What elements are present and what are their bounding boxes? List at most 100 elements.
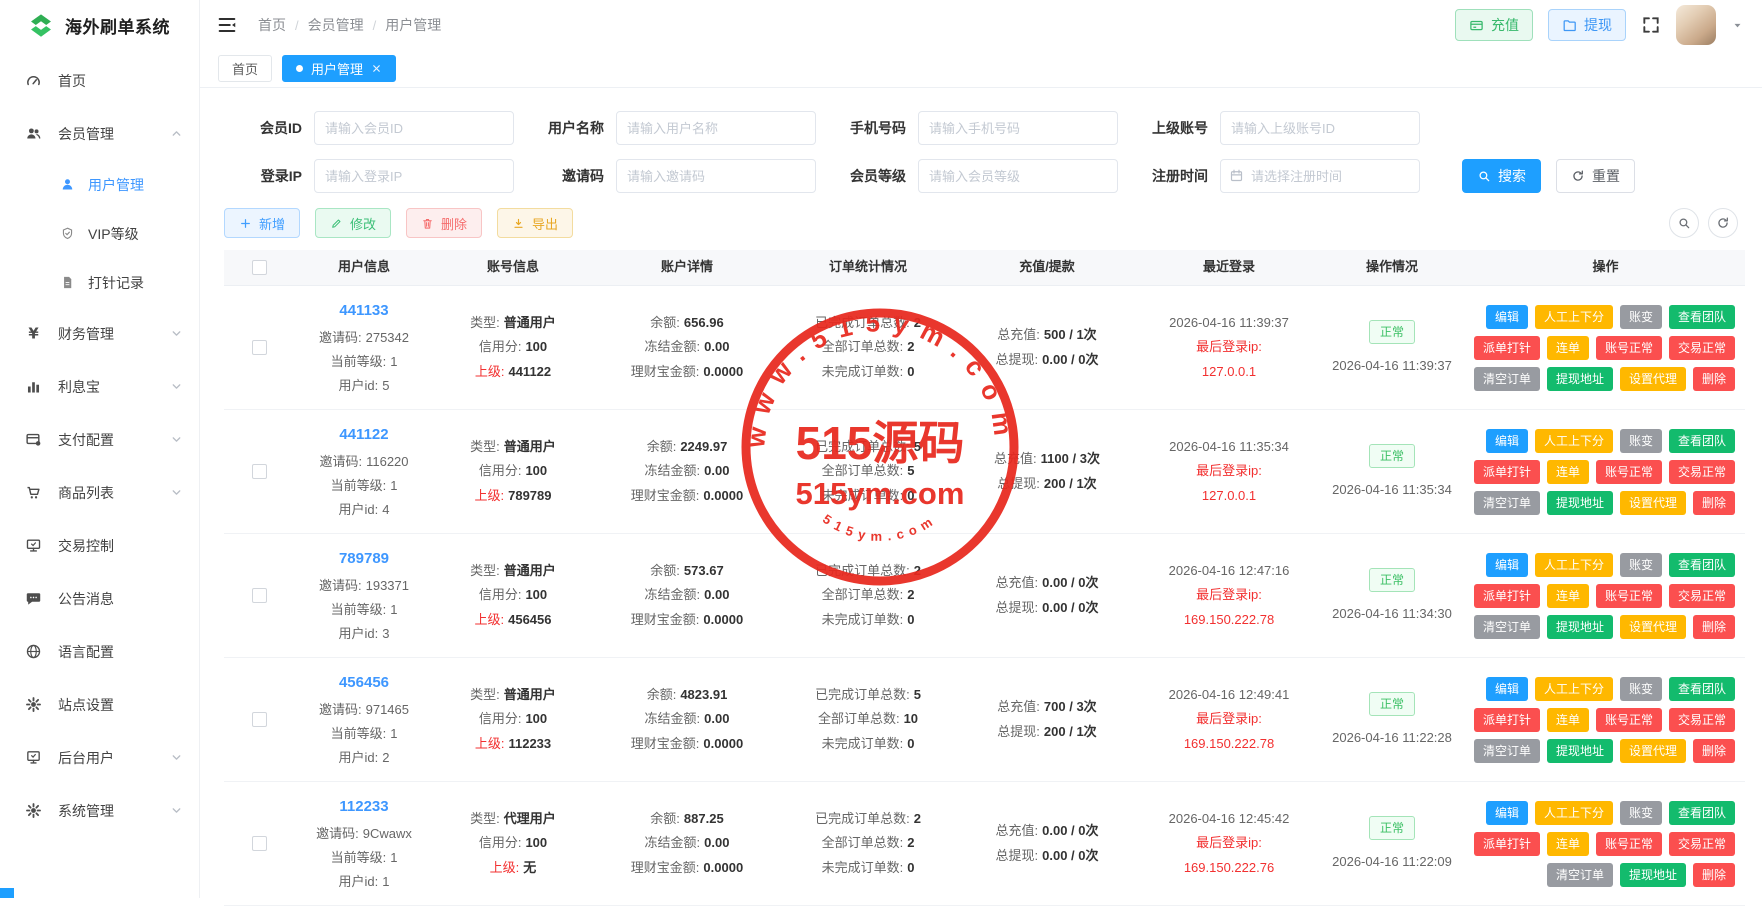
action-button[interactable]: 查看团队 xyxy=(1669,553,1735,577)
sidebar-item[interactable]: 打针记录 xyxy=(0,258,199,307)
action-button[interactable]: 清空订单 xyxy=(1474,615,1540,639)
action-button[interactable]: 删除 xyxy=(1693,491,1735,515)
search-button[interactable]: 搜索 xyxy=(1462,159,1541,193)
action-button[interactable]: 交易正常 xyxy=(1669,584,1735,608)
action-button[interactable]: 设置代理 xyxy=(1620,615,1686,639)
sidebar-item[interactable]: 系统管理 xyxy=(0,784,199,837)
action-button[interactable]: 编辑 xyxy=(1486,553,1528,577)
row-checkbox[interactable] xyxy=(252,836,267,851)
table-refresh-button[interactable] xyxy=(1708,208,1738,238)
action-button[interactable]: 查看团队 xyxy=(1669,801,1735,825)
reset-button[interactable]: 重置 xyxy=(1556,159,1635,193)
row-checkbox[interactable] xyxy=(252,712,267,727)
user-id-link[interactable]: 789789 xyxy=(339,548,389,569)
action-button[interactable]: 账变 xyxy=(1620,429,1662,453)
login-ip-input[interactable] xyxy=(314,159,514,193)
action-button[interactable]: 设置代理 xyxy=(1620,367,1686,391)
action-button[interactable]: 人工上下分 xyxy=(1535,305,1613,329)
action-button[interactable]: 编辑 xyxy=(1486,677,1528,701)
edit-button[interactable]: 修改 xyxy=(315,208,391,238)
sidebar-item[interactable]: 首页 xyxy=(0,54,199,107)
table-search-toggle-button[interactable] xyxy=(1669,208,1699,238)
action-button[interactable]: 提现地址 xyxy=(1620,863,1686,887)
action-button[interactable]: 人工上下分 xyxy=(1535,677,1613,701)
action-button[interactable]: 连单 xyxy=(1547,460,1589,484)
action-button[interactable]: 查看团队 xyxy=(1669,677,1735,701)
action-button[interactable]: 派单打针 xyxy=(1474,460,1540,484)
sidebar-item[interactable]: VIP等级 xyxy=(0,209,199,258)
row-checkbox[interactable] xyxy=(252,464,267,479)
action-button[interactable]: 清空订单 xyxy=(1474,739,1540,763)
action-button[interactable]: 连单 xyxy=(1547,708,1589,732)
user-id-link[interactable]: 112233 xyxy=(339,796,388,817)
sidebar-item[interactable]: 支付配置 xyxy=(0,413,199,466)
user-id-link[interactable]: 456456 xyxy=(339,672,389,693)
action-button[interactable]: 交易正常 xyxy=(1669,832,1735,856)
action-button[interactable]: 连单 xyxy=(1547,336,1589,360)
user-avatar[interactable] xyxy=(1676,5,1716,45)
action-button[interactable]: 删除 xyxy=(1693,615,1735,639)
phone-input[interactable] xyxy=(918,111,1118,145)
action-button[interactable]: 清空订单 xyxy=(1474,367,1540,391)
close-icon[interactable] xyxy=(371,63,382,74)
action-button[interactable]: 查看团队 xyxy=(1669,429,1735,453)
action-button[interactable]: 人工上下分 xyxy=(1535,801,1613,825)
caret-down-icon[interactable] xyxy=(1731,19,1744,32)
breadcrumb-user-mgmt[interactable]: 用户管理 xyxy=(385,15,441,35)
action-button[interactable]: 账变 xyxy=(1620,305,1662,329)
member-id-input[interactable] xyxy=(314,111,514,145)
sidebar-item-active[interactable]: 用户管理 xyxy=(0,160,199,209)
breadcrumb-member-mgmt[interactable]: 会员管理 xyxy=(308,15,364,35)
user-id-link[interactable]: 441122 xyxy=(339,424,388,445)
action-button[interactable]: 清空订单 xyxy=(1474,491,1540,515)
breadcrumb-home[interactable]: 首页 xyxy=(258,15,286,35)
action-button[interactable]: 提现地址 xyxy=(1547,491,1613,515)
action-button[interactable]: 连单 xyxy=(1547,584,1589,608)
select-all-checkbox[interactable] xyxy=(252,260,267,275)
sidebar-item[interactable]: 语言配置 xyxy=(0,625,199,678)
action-button[interactable]: 账变 xyxy=(1620,801,1662,825)
sidebar-item[interactable]: 公告消息 xyxy=(0,572,199,625)
sidebar-item[interactable]: 财务管理 xyxy=(0,307,199,360)
invite-code-input[interactable] xyxy=(616,159,816,193)
action-button[interactable]: 人工上下分 xyxy=(1535,429,1613,453)
action-button[interactable]: 提现地址 xyxy=(1547,615,1613,639)
add-button[interactable]: 新增 xyxy=(224,208,300,238)
action-button[interactable]: 派单打针 xyxy=(1474,336,1540,360)
action-button[interactable]: 编辑 xyxy=(1486,305,1528,329)
action-button[interactable]: 账号正常 xyxy=(1596,832,1662,856)
action-button[interactable]: 删除 xyxy=(1693,739,1735,763)
parent-account-input[interactable] xyxy=(1220,111,1420,145)
sidebar-item[interactable]: 交易控制 xyxy=(0,519,199,572)
action-button[interactable]: 账变 xyxy=(1620,677,1662,701)
action-button[interactable]: 派单打针 xyxy=(1474,708,1540,732)
action-button[interactable]: 账号正常 xyxy=(1596,460,1662,484)
row-checkbox[interactable] xyxy=(252,340,267,355)
sidebar-item[interactable]: 利息宝 xyxy=(0,360,199,413)
user-id-link[interactable]: 441133 xyxy=(339,300,388,321)
action-button[interactable]: 账号正常 xyxy=(1596,708,1662,732)
action-button[interactable]: 提现地址 xyxy=(1547,739,1613,763)
action-button[interactable]: 账号正常 xyxy=(1596,584,1662,608)
menu-collapse-icon[interactable] xyxy=(216,14,238,36)
action-button[interactable]: 设置代理 xyxy=(1620,491,1686,515)
action-button[interactable]: 设置代理 xyxy=(1620,739,1686,763)
action-button[interactable]: 交易正常 xyxy=(1669,336,1735,360)
action-button[interactable]: 账变 xyxy=(1620,553,1662,577)
action-button[interactable]: 人工上下分 xyxy=(1535,553,1613,577)
sidebar-item[interactable]: 商品列表 xyxy=(0,466,199,519)
withdraw-button[interactable]: 提现 xyxy=(1548,9,1626,41)
action-button[interactable]: 派单打针 xyxy=(1474,584,1540,608)
action-button[interactable]: 账号正常 xyxy=(1596,336,1662,360)
action-button[interactable]: 交易正常 xyxy=(1669,460,1735,484)
action-button[interactable]: 清空订单 xyxy=(1547,863,1613,887)
action-button[interactable]: 查看团队 xyxy=(1669,305,1735,329)
recharge-button[interactable]: 充值 xyxy=(1455,9,1533,41)
action-button[interactable]: 交易正常 xyxy=(1669,708,1735,732)
action-button[interactable]: 删除 xyxy=(1693,863,1735,887)
export-button[interactable]: 导出 xyxy=(497,208,573,238)
action-button[interactable]: 编辑 xyxy=(1486,801,1528,825)
action-button[interactable]: 派单打针 xyxy=(1474,832,1540,856)
sidebar-item[interactable]: 后台用户 xyxy=(0,731,199,784)
tab-user-management[interactable]: 用户管理 xyxy=(282,55,396,82)
